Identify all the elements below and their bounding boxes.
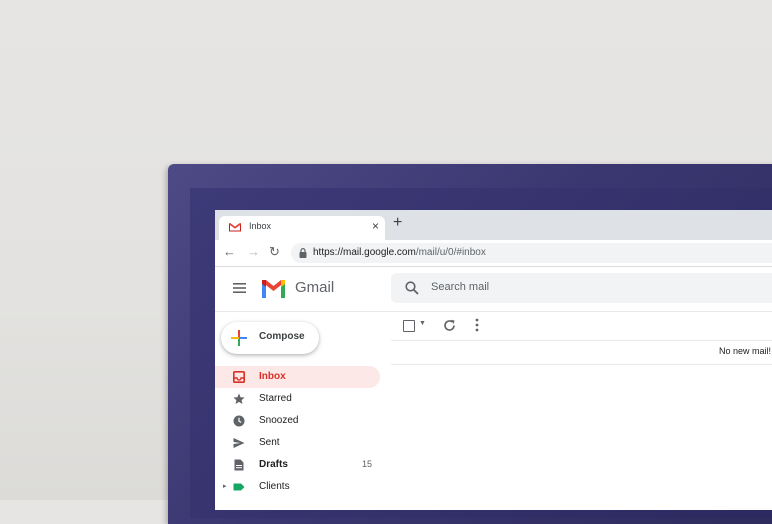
search-bar[interactable]: Search mail [391,273,772,303]
inbox-icon [233,371,245,383]
sidebar-item-label: Starred [259,393,292,404]
browser-toolbar: ← → ↻ https://mail.google.com/mail/u/0/#… [215,240,772,267]
url-text: https://mail.google.com/mail/u/0/#inbox [313,247,486,258]
browser-window: Inbox × + ← → ↻ https://mail.google.com/… [215,210,772,510]
send-icon [233,438,245,448]
gmail-favicon-icon [229,222,241,232]
forward-arrow-icon[interactable]: → [247,244,260,260]
sidebar-item-label: Snoozed [259,415,299,426]
sidebar-item-label: Clients [259,481,290,492]
gmail-wordmark: Gmail [295,279,335,296]
reload-icon[interactable]: ↻ [269,244,280,260]
compose-button[interactable]: Compose [221,322,319,354]
select-dropdown-icon[interactable]: ▼ [419,320,426,327]
tab-strip: Inbox × + [215,210,772,240]
expand-arrow-icon[interactable]: ▸ [223,482,227,490]
more-options-icon[interactable] [475,318,479,332]
hamburger-menu-icon[interactable] [233,283,246,293]
new-tab-button[interactable]: + [393,214,402,232]
drafts-count: 15 [361,459,372,469]
refresh-icon[interactable] [443,319,456,332]
message-list-divider [391,364,772,365]
select-all-checkbox[interactable] [403,320,415,332]
clock-icon [233,415,245,427]
search-icon[interactable] [405,281,419,295]
tab-inbox[interactable]: Inbox × [219,216,385,240]
gmail-header: Gmail Search mail [215,267,772,312]
sidebar-item-snoozed[interactable]: Snoozed [215,410,380,432]
empty-inbox-message: No new mail! [719,346,772,356]
tab-title: Inbox [249,221,272,231]
star-icon [233,393,245,404]
sidebar-item-drafts[interactable]: Drafts 15 [215,454,380,476]
sidebar-item-starred[interactable]: Starred [215,388,380,410]
compose-label: Compose [259,331,305,342]
sidebar-item-inbox[interactable]: Inbox [215,366,380,388]
back-arrow-icon[interactable]: ← [223,244,236,260]
message-list-toolbar: ▼ [391,314,772,341]
gmail-logo-icon[interactable] [261,279,286,298]
sidebar-item-sent[interactable]: Sent [215,432,380,454]
label-icon [233,483,245,491]
sidebar-item-label: Drafts [259,459,288,470]
tab-close-icon[interactable]: × [372,219,379,233]
sidebar-item-label: Inbox [259,371,286,382]
address-bar[interactable]: https://mail.google.com/mail/u/0/#inbox [291,243,772,263]
sidebar-item-label: Sent [259,437,280,448]
compose-plus-icon [231,330,247,346]
sidebar-item-clients[interactable]: ▸ Clients [215,476,380,498]
url-path: /mail/u/0/#inbox [415,247,486,258]
lock-icon [299,248,307,258]
url-host: https://mail.google.com [313,247,416,258]
search-placeholder: Search mail [431,281,490,293]
draft-icon [234,459,244,471]
